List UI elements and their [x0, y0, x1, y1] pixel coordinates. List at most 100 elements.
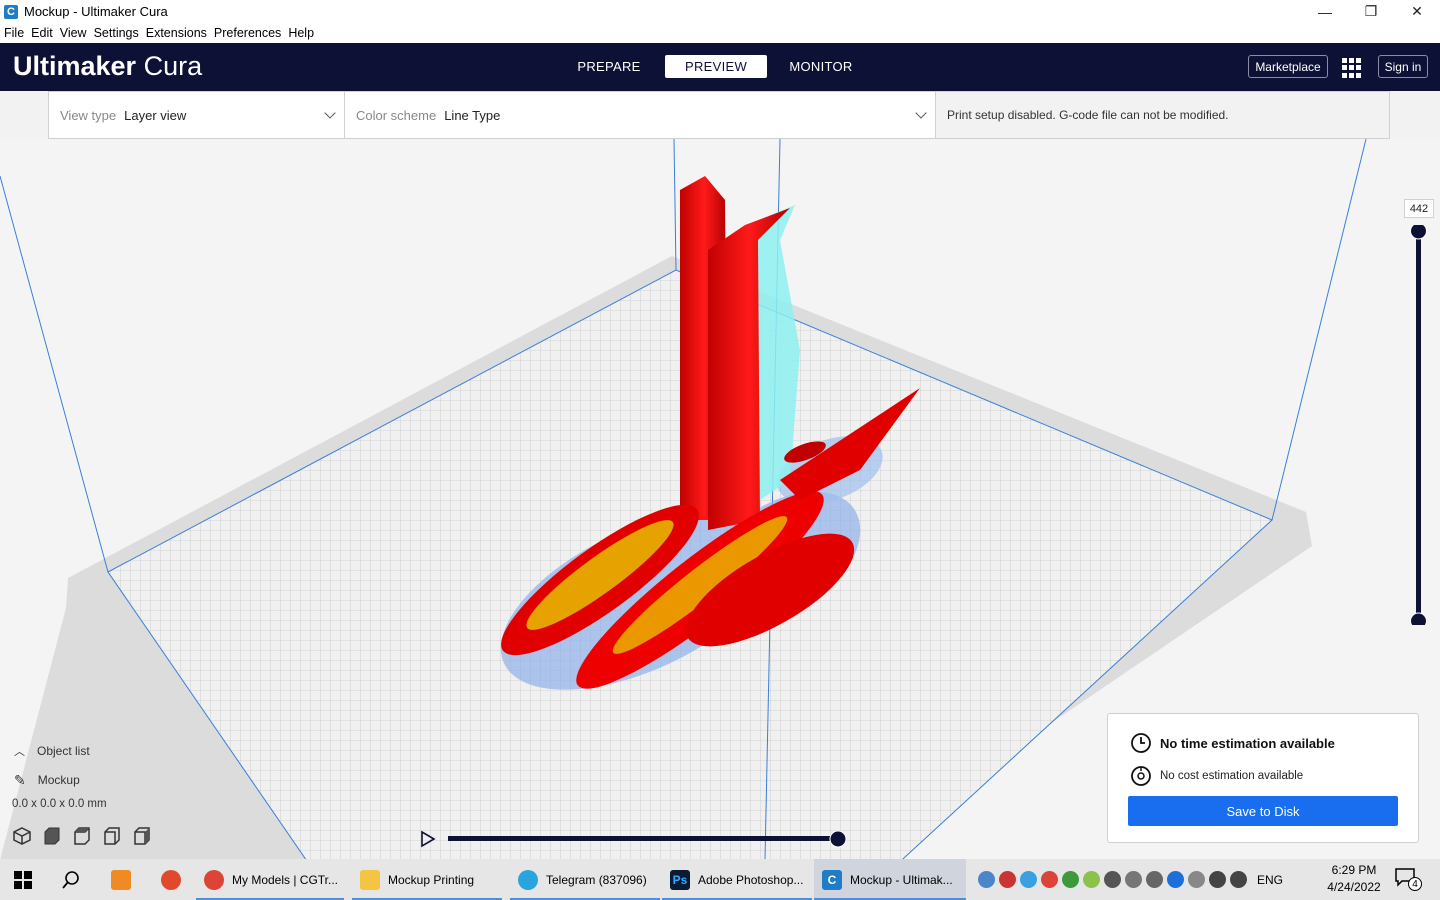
- play-icon[interactable]: [421, 830, 436, 848]
- tray-app-icon[interactable]: [1020, 871, 1037, 888]
- simulation-slider[interactable]: [418, 826, 858, 852]
- color-scheme-value: Line Type: [444, 107, 501, 123]
- layer-number-field[interactable]: 442: [1404, 199, 1434, 218]
- menu-preferences[interactable]: Preferences: [211, 26, 284, 40]
- clock-time: 6:29 PM: [1331, 863, 1377, 877]
- chevron-up-icon: ︿: [14, 746, 25, 758]
- view-settings-bar: View type Layer view Color scheme Line T…: [48, 91, 1390, 139]
- taskbar-app-folder[interactable]: Mockup Printing: [352, 859, 502, 900]
- 3d-view-icon[interactable]: [12, 826, 32, 846]
- print-estimate-panel: No time estimation available No cost est…: [1107, 713, 1419, 843]
- object-list-title: Object list: [37, 744, 90, 758]
- simulation-handle[interactable]: [829, 830, 847, 848]
- left-view-icon[interactable]: [102, 826, 122, 846]
- taskbar-app-label: Mockup - Ultimak...: [850, 872, 953, 887]
- object-dimensions: 0.0 x 0.0 x 0.0 mm: [12, 798, 107, 810]
- taskbar-app-photoshop[interactable]: Ps Adobe Photoshop...: [662, 859, 812, 900]
- menu-help[interactable]: Help: [285, 26, 317, 40]
- windows-logo-icon: [14, 870, 32, 889]
- app-header: Ultimaker Cura PREPARE PREVIEW MONITOR M…: [0, 43, 1440, 91]
- telegram-icon: [518, 869, 538, 890]
- tray-app-icon[interactable]: [1083, 871, 1100, 888]
- tray-app-icon[interactable]: [1104, 871, 1121, 888]
- taskbar-app-label: Mockup Printing: [388, 872, 475, 887]
- onedrive-icon[interactable]: [1125, 871, 1142, 888]
- taskbar-clock[interactable]: 6:29 PM 4/24/2022: [1322, 862, 1386, 896]
- top-view-icon[interactable]: [72, 826, 92, 846]
- menu-extensions[interactable]: Extensions: [143, 26, 210, 40]
- folder-icon: [360, 869, 380, 890]
- color-scheme-dropdown[interactable]: Color scheme Line Type: [345, 92, 936, 138]
- object-list-panel: ︿ Object list ✎ Mockup 0.0 x 0.0 x 0.0 m…: [12, 741, 107, 814]
- marketplace-button[interactable]: Marketplace: [1248, 55, 1328, 78]
- print-setup-message: Print setup disabled. G-code file can no…: [936, 92, 1389, 138]
- time-estimate-text: No time estimation available: [1160, 735, 1335, 751]
- cost-estimate-text: No cost estimation available: [1160, 770, 1304, 782]
- menu-file[interactable]: File: [1, 26, 27, 40]
- simulation-track: [448, 836, 838, 841]
- object-list-toggle[interactable]: ︿ Object list: [12, 741, 107, 761]
- layer-slider-bottom-handle[interactable]: [1410, 612, 1427, 625]
- language-indicator[interactable]: ENG: [1257, 873, 1283, 887]
- tray-app-icon[interactable]: [1188, 871, 1205, 888]
- start-button[interactable]: [0, 859, 46, 900]
- chrome-icon: [204, 869, 224, 890]
- menu-edit[interactable]: Edit: [28, 26, 56, 40]
- sign-in-button[interactable]: Sign in: [1378, 55, 1428, 78]
- taskbar-app-telegram[interactable]: Telegram (837096): [510, 859, 660, 900]
- clock-date: 4/24/2022: [1327, 880, 1381, 894]
- layer-slider[interactable]: [1410, 225, 1428, 625]
- layer-slider-track: [1416, 231, 1421, 621]
- bluetooth-icon[interactable]: [1167, 871, 1184, 888]
- windows-taskbar: My Models | CGTr... Mockup Printing Tele…: [0, 859, 1440, 900]
- menu-settings[interactable]: Settings: [91, 26, 142, 40]
- layer-slider-top-handle[interactable]: [1410, 225, 1427, 240]
- spool-icon: [1131, 766, 1151, 786]
- notification-center-button[interactable]: 4: [1394, 867, 1422, 893]
- tab-preview[interactable]: PREVIEW: [665, 55, 767, 78]
- tray-chrome-icon[interactable]: [1041, 871, 1058, 888]
- tray-app-icon[interactable]: [1062, 871, 1079, 888]
- window-title: Mockup - Ultimaker Cura: [24, 4, 168, 19]
- right-view-icon[interactable]: [132, 826, 152, 846]
- tray-app-icon[interactable]: [978, 871, 995, 888]
- time-estimate-row: No time estimation available: [1130, 732, 1335, 754]
- taskbar-pinned-app[interactable]: [146, 859, 196, 900]
- tray-app-icon[interactable]: [999, 871, 1016, 888]
- media-player-icon: [111, 869, 131, 890]
- view-type-value: Layer view: [124, 107, 187, 123]
- pencil-icon: ✎: [14, 771, 26, 788]
- chevron-down-icon: [324, 107, 336, 119]
- taskbar-app-label: My Models | CGTr...: [232, 872, 339, 887]
- restore-button[interactable]: ❐: [1348, 0, 1394, 23]
- app-logo: Ultimaker Cura: [13, 51, 202, 82]
- photoshop-icon: Ps: [670, 869, 690, 890]
- system-tray: ENG: [978, 859, 1283, 900]
- chevron-down-icon: [915, 107, 927, 119]
- logo-brand: Ultimaker: [13, 51, 137, 81]
- camera-view-buttons: [12, 826, 152, 846]
- taskbar-app-label: Telegram (837096): [546, 872, 647, 887]
- object-name-row[interactable]: ✎ Mockup: [12, 770, 107, 790]
- taskbar-app-label: Adobe Photoshop...: [698, 872, 804, 887]
- tab-monitor[interactable]: MONITOR: [775, 55, 867, 78]
- menu-bar: File Edit View Settings Extensions Prefe…: [0, 23, 1440, 43]
- volume-icon[interactable]: [1230, 871, 1247, 888]
- view-type-label: View type: [60, 107, 117, 123]
- view-type-dropdown[interactable]: View type Layer view: [49, 92, 345, 138]
- save-to-disk-button[interactable]: Save to Disk: [1128, 796, 1398, 826]
- cura-app-icon: C: [4, 4, 18, 19]
- front-view-icon[interactable]: [42, 826, 62, 846]
- security-icon[interactable]: [1146, 871, 1163, 888]
- apps-grid-icon[interactable]: [1342, 58, 1362, 78]
- tab-prepare[interactable]: PREPARE: [566, 55, 652, 78]
- taskbar-app-chrome[interactable]: My Models | CGTr...: [196, 859, 344, 900]
- network-icon[interactable]: [1209, 871, 1226, 888]
- close-button[interactable]: ✕: [1394, 0, 1440, 23]
- clock-icon: [1131, 733, 1151, 753]
- taskbar-pinned-player[interactable]: [96, 859, 146, 900]
- search-button[interactable]: [46, 859, 96, 900]
- menu-view[interactable]: View: [57, 26, 90, 40]
- taskbar-app-cura[interactable]: C Mockup - Ultimak...: [814, 859, 966, 900]
- minimize-button[interactable]: —: [1302, 0, 1348, 23]
